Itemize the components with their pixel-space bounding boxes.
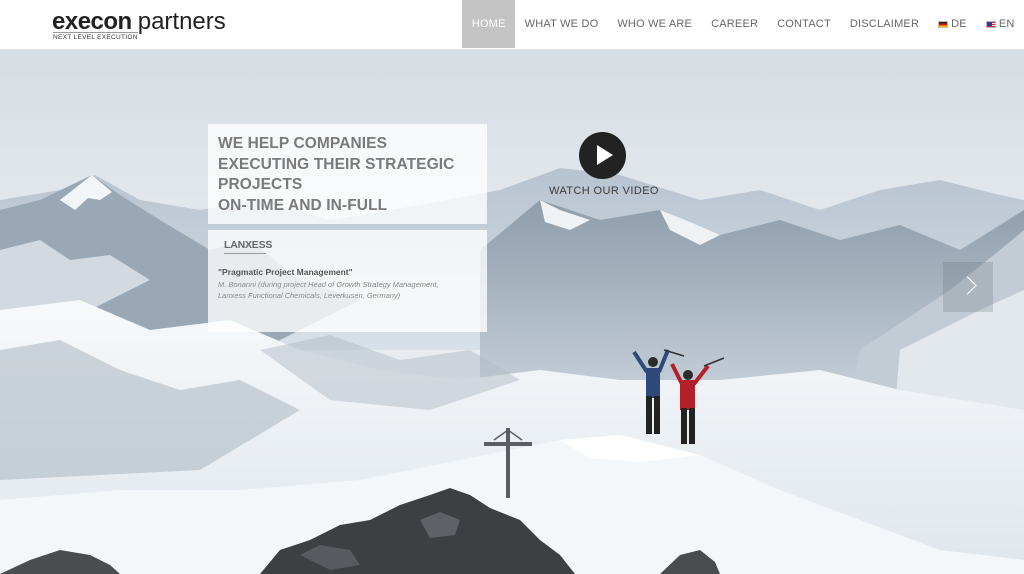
language-en-link[interactable]: EN [976,0,1024,48]
site-logo[interactable]: execon partners NEXT LEVEL EXECUTION [52,8,232,42]
nav-item-disclaimer[interactable]: DISCLAIMER [840,0,928,48]
language-de-link[interactable]: DE [929,0,977,48]
logo-tagline: NEXT LEVEL EXECUTION [53,32,138,41]
headline-line: ON-TIME AND IN-FULL [218,196,388,214]
logo-suffix: partners [137,8,226,35]
nav-item-home[interactable]: HOME [462,0,516,48]
nav-item-contact[interactable]: CONTACT [768,0,841,48]
logo-brand: execon [52,8,132,35]
nav-item-who-we-are[interactable]: WHO WE ARE [608,0,702,48]
headline-line: WE HELP COMPANIES [218,135,388,152]
main-nav: HOME WHAT WE DO WHO WE ARE CAREER CONTAC… [462,0,1024,48]
play-icon[interactable] [579,132,626,179]
testimonial-attribution: M. Bonanni (during project Head of Growt… [218,280,439,289]
chevron-right-icon[interactable] [943,262,993,312]
us-flag-icon [985,20,996,28]
testimonial-attribution: Lanxess Functional Chemicals, Leverkusen… [218,291,401,300]
german-flag-icon [938,20,949,28]
site-header: execon partners NEXT LEVEL EXECUTION HOME… [0,0,1024,50]
watch-video-link[interactable]: WATCH OUR VIDEO [549,185,659,197]
testimonial-box: LANXESS "Pragmatic Project Management" M… [208,230,487,332]
headline-line: PROJECTS [218,176,303,193]
language-en-label: EN [998,18,1015,30]
hero-slider: WE HELP COMPANIES EXECUTING THEIR STRATE… [0,50,1024,574]
mountain-background-image [0,50,1024,574]
testimonial-title: "Pragmatic Project Management" [218,267,353,277]
nav-item-career[interactable]: CAREER [702,0,768,48]
nav-item-what-we-do[interactable]: WHAT WE DO [515,0,608,48]
lanxess-logo: LANXESS [224,239,272,255]
headline-line: EXECUTING THEIR STRATEGIC [218,155,455,173]
hero-headline: WE HELP COMPANIES EXECUTING THEIR STRATE… [208,124,487,224]
language-de-label: DE [951,18,967,30]
